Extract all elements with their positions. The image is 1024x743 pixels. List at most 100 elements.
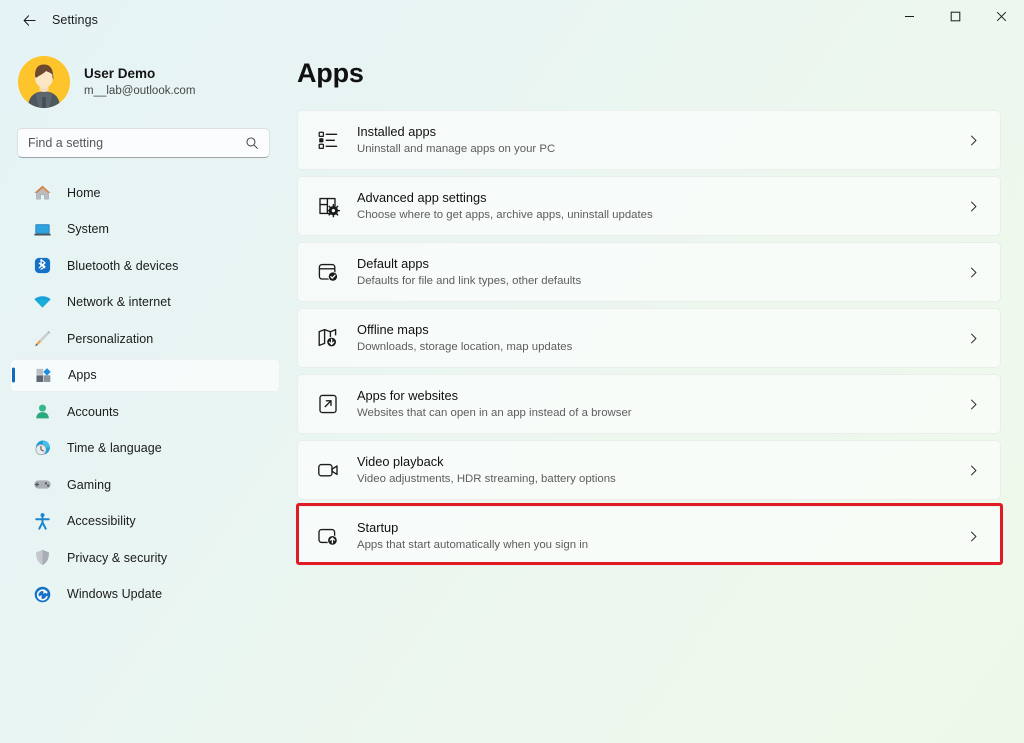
card-subtitle: Video adjustments, HDR streaming, batter… [357, 471, 956, 487]
maximize-icon [950, 11, 961, 22]
minimize-button[interactable] [886, 0, 932, 32]
startup-upload-icon [314, 522, 342, 550]
card-apps-for-websites[interactable]: Apps for websites Websites that can open… [297, 374, 1001, 434]
sidebar-item-home[interactable]: Home [10, 176, 280, 209]
sidebar-item-network-internet[interactable]: Network & internet [10, 286, 280, 319]
page-title: Apps [297, 58, 1024, 89]
card-title: Advanced app settings [357, 189, 956, 206]
card-text: Offline maps Downloads, storage location… [357, 321, 956, 355]
sidebar: User Demo m__lab@outlook.com [0, 40, 290, 743]
sidebar-nav: Home System [0, 176, 290, 611]
maximize-button[interactable] [932, 0, 978, 32]
card-subtitle: Websites that can open in an app instead… [357, 405, 956, 421]
search-icon [245, 136, 259, 150]
back-button[interactable] [12, 5, 46, 35]
sidebar-item-accessibility[interactable]: Accessibility [10, 505, 280, 538]
installed-apps-list-icon [314, 126, 342, 154]
apps-for-websites-external-link-icon [314, 390, 342, 418]
minimize-icon [904, 11, 915, 22]
sidebar-item-label: Privacy & security [67, 551, 167, 565]
chevron-right-icon [956, 398, 990, 411]
sidebar-item-label: Time & language [67, 441, 162, 455]
sidebar-item-gaming[interactable]: Gaming [10, 468, 280, 501]
bluetooth-icon [32, 256, 52, 276]
advanced-app-settings-gear-icon [314, 192, 342, 220]
sidebar-item-time-language[interactable]: Time & language [10, 432, 280, 465]
chevron-right-icon [956, 464, 990, 477]
card-text: Default apps Defaults for file and link … [357, 255, 956, 289]
sidebar-item-windows-update[interactable]: Windows Update [10, 578, 280, 611]
sidebar-item-label: System [67, 222, 109, 236]
chevron-right-icon [956, 266, 990, 279]
sidebar-item-system[interactable]: System [10, 213, 280, 246]
title-bar: Settings [0, 0, 1024, 40]
card-subtitle: Apps that start automatically when you s… [357, 537, 956, 553]
card-subtitle: Defaults for file and link types, other … [357, 273, 956, 289]
card-title: Apps for websites [357, 387, 956, 404]
window-controls [886, 0, 1024, 40]
user-profile[interactable]: User Demo m__lab@outlook.com [18, 56, 290, 108]
sidebar-item-label: Windows Update [67, 587, 162, 601]
sidebar-item-label: Network & internet [67, 295, 171, 309]
profile-email: m__lab@outlook.com [84, 83, 195, 99]
sidebar-item-apps[interactable]: Apps [10, 359, 280, 392]
sidebar-item-label: Accounts [67, 405, 119, 419]
card-default-apps[interactable]: Default apps Defaults for file and link … [297, 242, 1001, 302]
card-title: Video playback [357, 453, 956, 470]
profile-text: User Demo m__lab@outlook.com [84, 65, 195, 99]
card-subtitle: Downloads, storage location, map updates [357, 339, 956, 355]
close-button[interactable] [978, 0, 1024, 32]
card-startup[interactable]: Startup Apps that start automatically wh… [297, 506, 1001, 566]
card-text: Startup Apps that start automatically wh… [357, 519, 956, 553]
search-input[interactable] [28, 136, 245, 150]
sidebar-item-label: Apps [68, 368, 97, 382]
window-title: Settings [52, 13, 98, 27]
card-title: Installed apps [357, 123, 956, 140]
sidebar-item-label: Personalization [67, 332, 153, 346]
close-icon [996, 11, 1007, 22]
card-text: Installed apps Uninstall and manage apps… [357, 123, 956, 157]
card-installed-apps[interactable]: Installed apps Uninstall and manage apps… [297, 110, 1001, 170]
card-title: Default apps [357, 255, 956, 272]
main-content: Apps Installed apps Uninstall and manage… [290, 40, 1024, 743]
apps-icon [33, 365, 53, 385]
sidebar-item-personalization[interactable]: Personalization [10, 322, 280, 355]
back-arrow-icon [22, 13, 37, 28]
wifi-icon [32, 292, 52, 312]
card-advanced-app-settings[interactable]: Advanced app settings Choose where to ge… [297, 176, 1001, 236]
sidebar-item-label: Home [67, 186, 101, 200]
sidebar-item-bluetooth-devices[interactable]: Bluetooth & devices [10, 249, 280, 282]
default-apps-check-icon [314, 258, 342, 286]
card-text: Video playback Video adjustments, HDR st… [357, 453, 956, 487]
gamepad-icon [32, 475, 52, 495]
card-subtitle: Uninstall and manage apps on your PC [357, 141, 956, 157]
offline-maps-download-icon [314, 324, 342, 352]
shield-icon [32, 548, 52, 568]
user-avatar-icon [18, 56, 70, 108]
card-title: Startup [357, 519, 956, 536]
avatar [18, 56, 70, 108]
sidebar-item-label: Gaming [67, 478, 111, 492]
sidebar-item-label: Accessibility [67, 514, 136, 528]
profile-name: User Demo [84, 65, 195, 82]
home-icon [32, 183, 52, 203]
chevron-right-icon [956, 134, 990, 147]
card-subtitle: Choose where to get apps, archive apps, … [357, 207, 956, 223]
account-icon [32, 402, 52, 422]
card-offline-maps[interactable]: Offline maps Downloads, storage location… [297, 308, 1001, 368]
chevron-right-icon [956, 332, 990, 345]
video-camera-icon [314, 456, 342, 484]
windows-update-icon [32, 584, 52, 604]
card-video-playback[interactable]: Video playback Video adjustments, HDR st… [297, 440, 1001, 500]
clock-icon [32, 438, 52, 458]
card-text: Apps for websites Websites that can open… [357, 387, 956, 421]
sidebar-item-label: Bluetooth & devices [67, 259, 178, 273]
settings-card-list: Installed apps Uninstall and manage apps… [290, 110, 1024, 566]
paintbrush-icon [32, 329, 52, 349]
card-text: Advanced app settings Choose where to ge… [357, 189, 956, 223]
search-box[interactable] [17, 128, 270, 158]
settings-window: Settings [0, 0, 1024, 743]
chevron-right-icon [956, 200, 990, 213]
sidebar-item-accounts[interactable]: Accounts [10, 395, 280, 428]
sidebar-item-privacy-security[interactable]: Privacy & security [10, 541, 280, 574]
